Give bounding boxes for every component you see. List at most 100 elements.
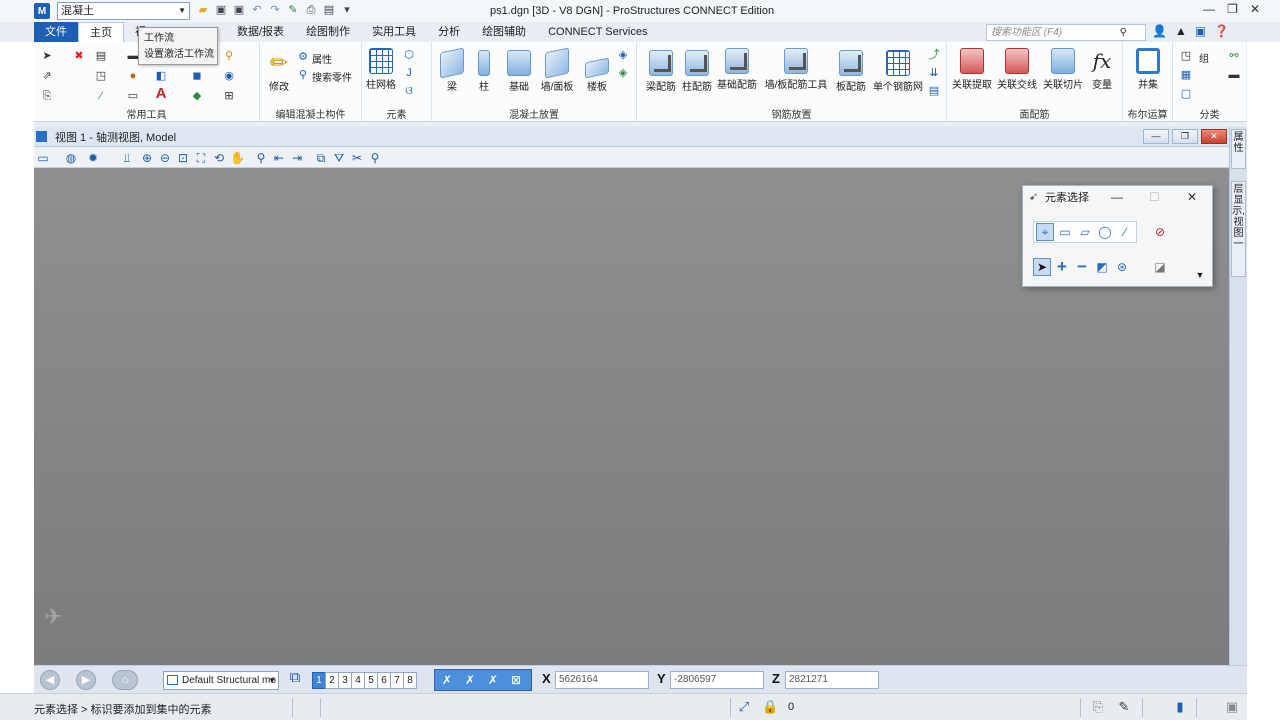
rebar-edit-icon[interactable]: ⇊ — [927, 66, 941, 80]
back-icon[interactable]: ◀ — [40, 670, 60, 690]
link-icon[interactable]: ⚯ — [1227, 49, 1241, 63]
view-number-2[interactable]: 2 — [325, 672, 339, 689]
view-restore-icon[interactable]: ❐ — [1172, 129, 1198, 144]
copy-icon[interactable]: ⎘ — [40, 89, 54, 103]
slab-rebar-button[interactable]: 板配筋 — [833, 50, 869, 93]
view-minimize-icon[interactable]: — — [1143, 129, 1169, 144]
search-tool-icon[interactable]: ⚲ — [222, 49, 236, 63]
close-icon[interactable]: ✕ — [1250, 2, 1260, 16]
shape-select-icon[interactable]: ▱ — [1076, 223, 1094, 241]
view-number-8[interactable]: 8 — [403, 672, 417, 689]
redo-icon[interactable]: ↷ — [268, 3, 282, 17]
dialog-close-icon[interactable]: ✕ — [1187, 190, 1197, 204]
copy-frame-icon[interactable]: ◳ — [94, 69, 108, 83]
element-list-icon[interactable]: ▤ — [94, 49, 108, 63]
dimension-icon[interactable]: ⊞ — [222, 89, 236, 103]
view-number-4[interactable]: 4 — [351, 672, 365, 689]
zoom-out-icon[interactable]: ⊖ — [158, 151, 172, 165]
cut-view-icon[interactable]: ✂ — [350, 151, 364, 165]
properties-label[interactable]: 属性 — [312, 51, 332, 66]
tab-analysis[interactable]: 分析 — [427, 22, 471, 42]
fit-view-icon[interactable]: ⛶ — [194, 151, 208, 165]
bent-bar-icon[interactable]: ଓ — [402, 84, 416, 98]
display-icon[interactable]: ◼ — [190, 69, 204, 83]
cell-icon[interactable]: ◆ — [190, 89, 204, 103]
save-icon[interactable]: ▣ — [214, 3, 228, 17]
app-switch-icon[interactable]: ▣ — [1195, 24, 1206, 38]
keypoint-snap-icon[interactable]: ✗ — [437, 672, 457, 688]
workflow-select[interactable]: 混凝土 ▼ — [57, 2, 190, 20]
accudraw-icon[interactable]: ⤢ — [736, 699, 752, 715]
circle-select-icon[interactable]: ◯ — [1096, 223, 1114, 241]
foundation-button[interactable]: 基础 — [504, 50, 534, 93]
tab-utilities[interactable]: 实用工具 — [361, 22, 427, 42]
pan-icon[interactable]: ✋ — [230, 151, 245, 165]
ribbon-search-input[interactable]: 搜索功能区 (F4) ⚲ — [986, 24, 1146, 41]
select-all-icon[interactable]: ⊛ — [1113, 258, 1131, 276]
shape-icon[interactable]: ⬡ — [402, 48, 416, 62]
group-label-small[interactable]: 组 — [1199, 50, 1209, 65]
foundation-rebar-button[interactable]: 基础配筋 — [715, 48, 759, 91]
view-close-icon[interactable]: ✕ — [1201, 129, 1227, 144]
line-style-icon[interactable]: ⁄ — [94, 89, 108, 103]
classify-icon[interactable]: ◳ — [1179, 49, 1193, 63]
beam-rebar-button[interactable]: 梁配筋 — [641, 50, 681, 93]
rebar-list-icon[interactable]: ▤ — [927, 84, 941, 98]
undo-icon[interactable]: ↶ — [250, 3, 264, 17]
clear-selection-icon[interactable]: ⊘ — [1151, 223, 1169, 241]
add-select-icon[interactable]: + — [1053, 258, 1071, 276]
paint-icon[interactable]: ● — [126, 69, 140, 83]
lock-icon[interactable]: 🔒 — [762, 699, 778, 715]
tab-drawing-aids[interactable]: 绘图辅助 — [471, 22, 537, 42]
view-number-7[interactable]: 7 — [390, 672, 404, 689]
lighting-icon[interactable]: ✹ — [86, 151, 100, 165]
dialog-minimize-icon[interactable]: — — [1111, 190, 1123, 204]
slab-button[interactable]: 楼板 — [582, 50, 612, 93]
wall-panel-button[interactable]: 墙/面板 — [538, 47, 576, 93]
block-select-icon[interactable]: ▭ — [1056, 223, 1074, 241]
tab-file[interactable]: 文件 — [34, 22, 78, 42]
walk-icon[interactable]: ⚲ — [254, 151, 268, 165]
center-snap-icon[interactable]: ⊠ — [506, 672, 526, 688]
new-select-icon[interactable]: ➤ — [1033, 258, 1051, 276]
print-icon[interactable]: ⎙ — [304, 3, 318, 17]
single-mesh-button[interactable]: 单个钢筋网 — [871, 50, 925, 93]
select-arrow-icon[interactable]: ➤ — [40, 49, 54, 63]
open-folder-icon[interactable]: ▰ — [196, 3, 210, 17]
classify-box-icon[interactable]: ▢ — [1179, 87, 1193, 101]
tab-data-report[interactable]: 数据/报表 — [226, 22, 295, 42]
y-coordinate-field[interactable]: -2806597 — [670, 671, 764, 689]
tab-home[interactable]: 主页 — [78, 22, 124, 42]
nearest-snap-icon[interactable]: ✗ — [460, 672, 480, 688]
level-icon[interactable]: ◉ — [222, 69, 236, 83]
view-attributes-icon[interactable]: ▭ — [36, 151, 50, 165]
column-rebar-button[interactable]: 柱配筋 — [679, 50, 715, 93]
search-parts-icon[interactable]: ⚲ — [296, 68, 310, 82]
copy-view-icon[interactable]: ⧉ — [314, 151, 328, 165]
layer-icon[interactable]: ◧ — [154, 69, 168, 83]
view-number-1[interactable]: 1 — [312, 672, 326, 689]
modify-button[interactable]: ✏ 修改 — [264, 50, 294, 93]
view-groups-icon[interactable]: ⧉ — [288, 670, 302, 685]
tab-connect-services[interactable]: CONNECT Services — [537, 22, 658, 42]
individual-select-icon[interactable]: ⌖ — [1036, 223, 1054, 241]
side-tab-level-display[interactable]: 层显示, 视图一 — [1231, 181, 1246, 277]
assoc-extract-button[interactable]: 关联提取 — [951, 48, 993, 91]
display-style-icon[interactable]: ◍ — [64, 151, 78, 165]
rebar-shape-icon[interactable]: ⤴ — [927, 48, 941, 62]
midpoint-snap-icon[interactable]: ✗ — [483, 672, 503, 688]
rotate-view-icon[interactable]: ⟲ — [212, 151, 226, 165]
view-rotation-icon[interactable]: ⛛ — [332, 151, 346, 165]
window-area-icon[interactable]: ⊡ — [176, 151, 190, 165]
invert-select-icon[interactable]: ◩ — [1093, 258, 1111, 276]
view-number-6[interactable]: 6 — [377, 672, 391, 689]
notification-icon[interactable]: ▣ — [1224, 699, 1240, 715]
next-view-icon[interactable]: ⇥ — [290, 151, 304, 165]
dialog-expand-icon[interactable]: ▼ — [1191, 266, 1209, 284]
collapse-ribbon-icon[interactable]: ▲ — [1175, 24, 1187, 38]
column-grid-button[interactable]: 柱网格 — [364, 48, 398, 91]
assoc-intersect-button[interactable]: 关联交线 — [995, 48, 1039, 91]
clip-icon[interactable]: ⫫ — [120, 151, 134, 165]
wall-rebar-tools-button[interactable]: 墙/板配筋工具 — [763, 48, 829, 91]
design-file-icon[interactable]: ⎘ — [1090, 699, 1106, 715]
